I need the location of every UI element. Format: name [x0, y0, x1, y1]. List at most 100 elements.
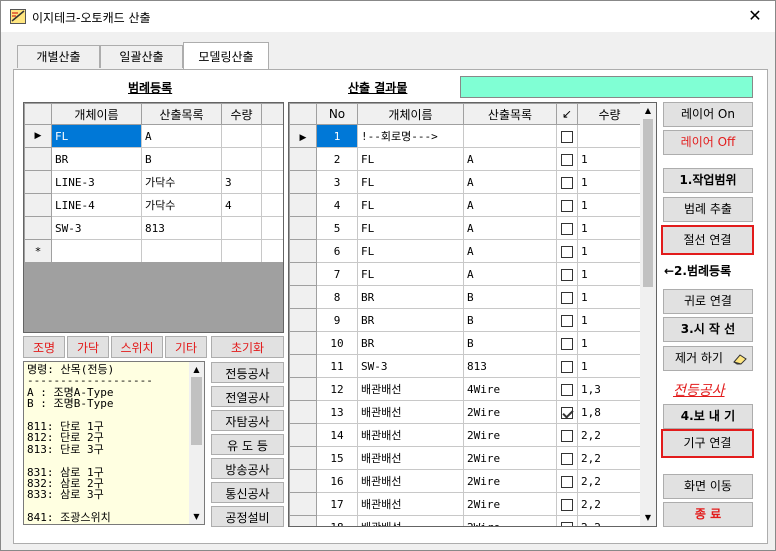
row-checkbox[interactable]: [561, 521, 573, 526]
result-cell-qty[interactable]: 1: [577, 216, 642, 240]
table-row[interactable]: SW-3 813: [24, 216, 283, 240]
result-cell-check[interactable]: [556, 216, 578, 240]
cut-connect-button[interactable]: 절선 연결: [661, 225, 754, 255]
result-cell-name[interactable]: FL: [357, 216, 464, 240]
result-cell-item[interactable]: 2Wire: [463, 515, 557, 526]
row-checkbox[interactable]: [561, 429, 573, 442]
legend-col-item[interactable]: 산출목록: [141, 103, 222, 125]
row-checkbox[interactable]: [561, 176, 573, 189]
result-cell-qty[interactable]: 1: [577, 170, 642, 194]
result-cell-qty[interactable]: 1: [577, 147, 642, 171]
result-cell-name[interactable]: FL: [357, 239, 464, 263]
result-cell-name[interactable]: BR: [357, 331, 464, 355]
result-cell-no[interactable]: 10: [316, 331, 358, 355]
result-cell-item[interactable]: B: [463, 285, 557, 309]
result-cell-name[interactable]: FL: [357, 262, 464, 286]
result-cell-qty[interactable]: 1: [577, 193, 642, 217]
result-cell-check[interactable]: [556, 354, 578, 378]
result-cell-item[interactable]: 2Wire: [463, 492, 557, 516]
scroll-up-icon[interactable]: ▲: [640, 103, 656, 119]
legend-col-qty[interactable]: 수량: [221, 103, 262, 125]
result-cell-check[interactable]: [556, 377, 578, 401]
scroll-up-icon[interactable]: ▲: [189, 362, 204, 377]
switch-button[interactable]: 스위치: [111, 336, 163, 358]
etc-button[interactable]: 기타: [165, 336, 207, 358]
result-cell-qty[interactable]: [577, 124, 642, 148]
table-row[interactable]: LINE-4 가닥수 4: [24, 193, 283, 217]
result-cell-check[interactable]: [556, 239, 578, 263]
table-row[interactable]: 7 FL A 1: [289, 262, 642, 286]
result-cell-qty[interactable]: 1,8: [577, 400, 642, 424]
result-cell-item[interactable]: 4Wire: [463, 377, 557, 401]
result-cell-qty[interactable]: 1: [577, 285, 642, 309]
layer-off-button[interactable]: 레이어 Off: [663, 130, 753, 155]
guide-light-button[interactable]: 유 도 등: [211, 434, 284, 455]
result-cell-no[interactable]: 6: [316, 239, 358, 263]
row-checkbox[interactable]: [561, 475, 573, 488]
result-cell-item[interactable]: 2Wire: [463, 469, 557, 493]
row-checkbox[interactable]: [561, 452, 573, 465]
result-cell-no[interactable]: 15: [316, 446, 358, 470]
row-checkbox[interactable]: [561, 383, 573, 396]
result-cell-qty[interactable]: 2,2: [577, 423, 642, 447]
row-checkbox[interactable]: [561, 291, 573, 304]
row-checkbox[interactable]: [561, 199, 573, 212]
result-cell-item[interactable]: 2Wire: [463, 423, 557, 447]
result-cell-check[interactable]: [556, 170, 578, 194]
result-cell-item[interactable]: 2Wire: [463, 400, 557, 424]
table-row[interactable]: 2 FL A 1: [289, 147, 642, 171]
result-cell-name[interactable]: 배관배선: [357, 469, 464, 493]
result-cell-check[interactable]: [556, 423, 578, 447]
table-row[interactable]: 8 BR B 1: [289, 285, 642, 309]
row-checkbox[interactable]: [561, 245, 573, 258]
result-cell-name[interactable]: SW-3: [357, 354, 464, 378]
result-cell-name[interactable]: 배관배선: [357, 515, 464, 526]
result-cell-no[interactable]: 14: [316, 423, 358, 447]
result-cell-no[interactable]: 3: [316, 170, 358, 194]
process-equipment-button[interactable]: 공정설비: [211, 506, 284, 527]
result-cell-no[interactable]: 17: [316, 492, 358, 516]
fixture-connect-button[interactable]: 기구 연결: [661, 429, 754, 458]
result-cell-item[interactable]: 2Wire: [463, 446, 557, 470]
tab-modeling[interactable]: 모델링산출: [183, 42, 269, 69]
row-checkbox[interactable]: [561, 222, 573, 235]
close-icon[interactable]: ✕: [743, 5, 767, 27]
result-cell-no[interactable]: 11: [316, 354, 358, 378]
result-cell-qty[interactable]: 1: [577, 331, 642, 355]
table-row[interactable]: 16 배관배선 2Wire 2,2: [289, 469, 642, 493]
result-cell-check[interactable]: [556, 285, 578, 309]
row-checkbox[interactable]: [561, 406, 573, 419]
result-col-no[interactable]: No: [316, 103, 358, 125]
result-cell-no[interactable]: 1: [316, 124, 358, 148]
result-cell-name[interactable]: FL: [357, 193, 464, 217]
memo-scrollbar[interactable]: ▲ ▼: [189, 362, 204, 524]
table-row[interactable]: LINE-3 가닥수 3: [24, 170, 283, 194]
scroll-down-icon[interactable]: ▼: [189, 509, 204, 524]
table-row[interactable]: 15 배관배선 2Wire 2,2: [289, 446, 642, 470]
result-col-check[interactable]: ↙: [556, 103, 578, 125]
send-button[interactable]: 4.보 내 기: [663, 404, 753, 429]
remove-button[interactable]: 제거 하기: [663, 346, 753, 371]
result-cell-qty[interactable]: 2,2: [577, 492, 642, 516]
result-cell-qty[interactable]: 1: [577, 354, 642, 378]
layer-on-button[interactable]: 레이어 On: [663, 102, 753, 127]
result-cell-no[interactable]: 2: [316, 147, 358, 171]
table-row[interactable]: 12 배관배선 4Wire 1,3: [289, 377, 642, 401]
result-cell-no[interactable]: 7: [316, 262, 358, 286]
table-row[interactable]: ▶ 1 !--회로명--->: [289, 124, 642, 148]
scroll-down-icon[interactable]: ▼: [640, 510, 656, 526]
table-row[interactable]: 5 FL A 1: [289, 216, 642, 240]
result-cell-no[interactable]: 18: [316, 515, 358, 526]
table-row[interactable]: 3 FL A 1: [289, 170, 642, 194]
result-scroll-thumb[interactable]: [643, 119, 653, 287]
result-col-qty[interactable]: 수량: [577, 103, 642, 125]
result-cell-check[interactable]: [556, 124, 578, 148]
table-row[interactable]: 10 BR B 1: [289, 331, 642, 355]
result-cell-name[interactable]: 배관배선: [357, 400, 464, 424]
move-screen-button[interactable]: 화면 이동: [663, 474, 753, 499]
result-cell-name[interactable]: FL: [357, 170, 464, 194]
outlet-work-button[interactable]: 전열공사: [211, 386, 284, 407]
table-row[interactable]: BR B: [24, 147, 283, 171]
result-cell-item[interactable]: A: [463, 147, 557, 171]
command-memo[interactable]: 명령: 산목(전등) ------------------- A : 조명A-T…: [23, 361, 205, 525]
